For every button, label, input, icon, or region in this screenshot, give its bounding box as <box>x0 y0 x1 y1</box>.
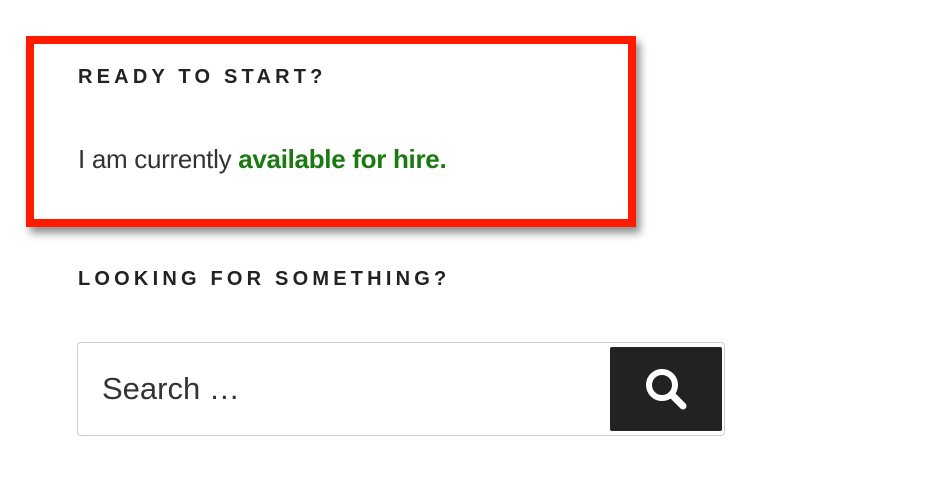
hire-status-prefix: I am currently <box>78 144 239 174</box>
highlight-frame <box>26 36 636 227</box>
search-button[interactable] <box>610 347 722 431</box>
search-widget-title: LOOKING FOR SOMETHING? <box>78 268 451 290</box>
ready-widget-title: READY TO START? <box>78 66 327 88</box>
search-icon <box>643 366 689 412</box>
search-form <box>77 342 725 436</box>
search-input[interactable] <box>79 344 604 434</box>
hire-status-text: I am currently available for hire. <box>78 144 447 175</box>
available-for-hire-link[interactable]: available for hire. <box>238 144 446 174</box>
